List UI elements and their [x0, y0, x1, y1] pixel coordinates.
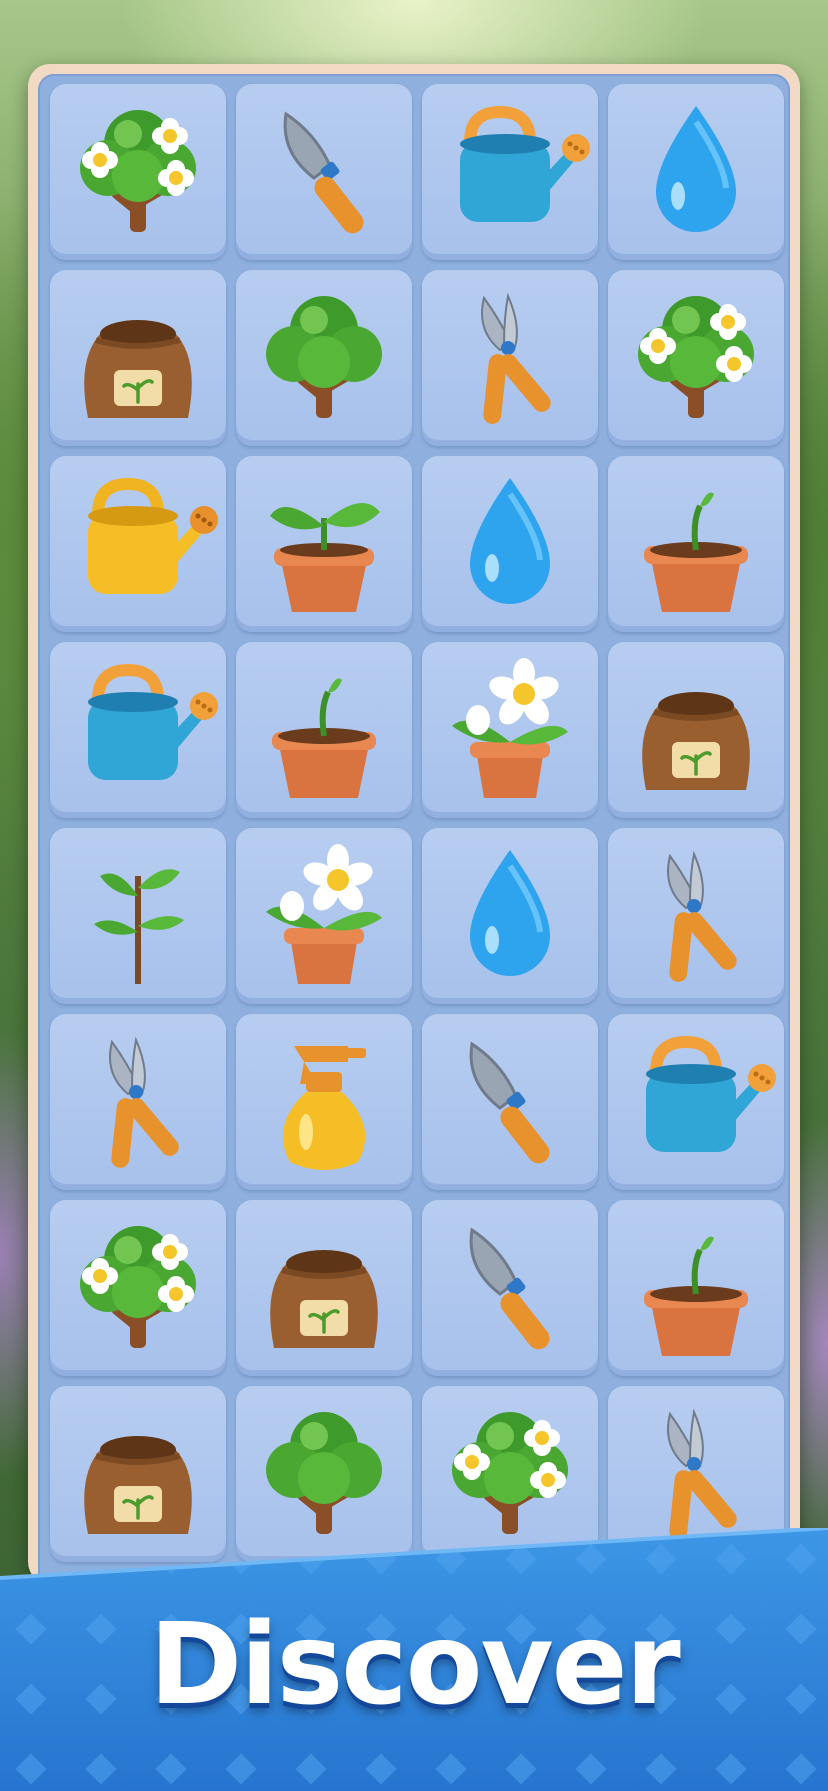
board-tile[interactable] — [422, 1200, 598, 1376]
game-board-frame — [28, 64, 800, 1584]
board-tile[interactable] — [608, 456, 784, 632]
board-tile[interactable] — [50, 84, 226, 260]
board-tile[interactable] — [50, 642, 226, 818]
board-tile[interactable] — [50, 1014, 226, 1190]
board-tile[interactable] — [422, 642, 598, 818]
tile-grid — [38, 74, 790, 1584]
board-tile[interactable] — [608, 1014, 784, 1190]
game-board — [38, 74, 790, 1584]
board-tile[interactable] — [608, 270, 784, 446]
board-tile[interactable] — [236, 828, 412, 1004]
board-tile[interactable] — [236, 1014, 412, 1190]
board-tile[interactable] — [236, 456, 412, 632]
board-tile[interactable] — [422, 270, 598, 446]
board-tile[interactable] — [236, 84, 412, 260]
board-tile[interactable] — [422, 828, 598, 1004]
banner-title: Discover — [149, 1600, 681, 1730]
board-tile[interactable] — [50, 456, 226, 632]
board-tile[interactable] — [236, 1200, 412, 1376]
board-tile[interactable] — [608, 642, 784, 818]
board-tile[interactable] — [50, 270, 226, 446]
board-tile[interactable] — [422, 1014, 598, 1190]
board-tile[interactable] — [608, 828, 784, 1004]
board-tile[interactable] — [50, 1200, 226, 1376]
board-tile[interactable] — [50, 828, 226, 1004]
board-tile[interactable] — [422, 456, 598, 632]
board-tile[interactable] — [236, 642, 412, 818]
board-tile[interactable] — [236, 270, 412, 446]
board-tile[interactable] — [422, 84, 598, 260]
board-tile[interactable] — [608, 1200, 784, 1376]
board-tile[interactable] — [608, 84, 784, 260]
